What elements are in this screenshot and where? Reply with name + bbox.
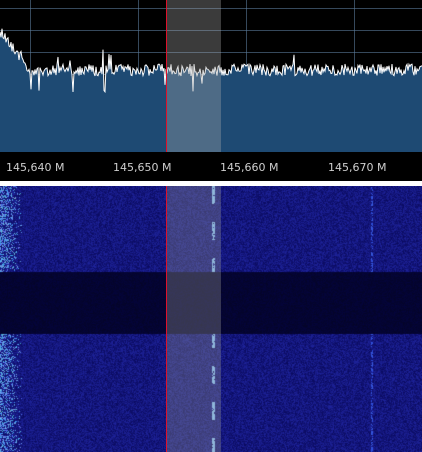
freq-label-145650: 145,650 M [113,161,172,174]
waterfall-tuning-cursor [166,186,167,452]
freq-label-145660: 145,660 M [220,161,279,174]
freq-label-145640: 145,640 M [6,161,65,174]
spectrum-display[interactable] [0,0,422,152]
waterfall-filter-passband [167,186,221,452]
spectrum-plot[interactable] [0,0,422,152]
freq-label-145670: 145,670 M [328,161,387,174]
sdr-receiver-view: 145,640 M 145,650 M 145,660 M 145,670 M [0,0,422,452]
frequency-axis: 145,640 M 145,650 M 145,660 M 145,670 M [0,152,422,182]
waterfall-display[interactable] [0,186,422,452]
filter-passband[interactable] [167,0,221,152]
